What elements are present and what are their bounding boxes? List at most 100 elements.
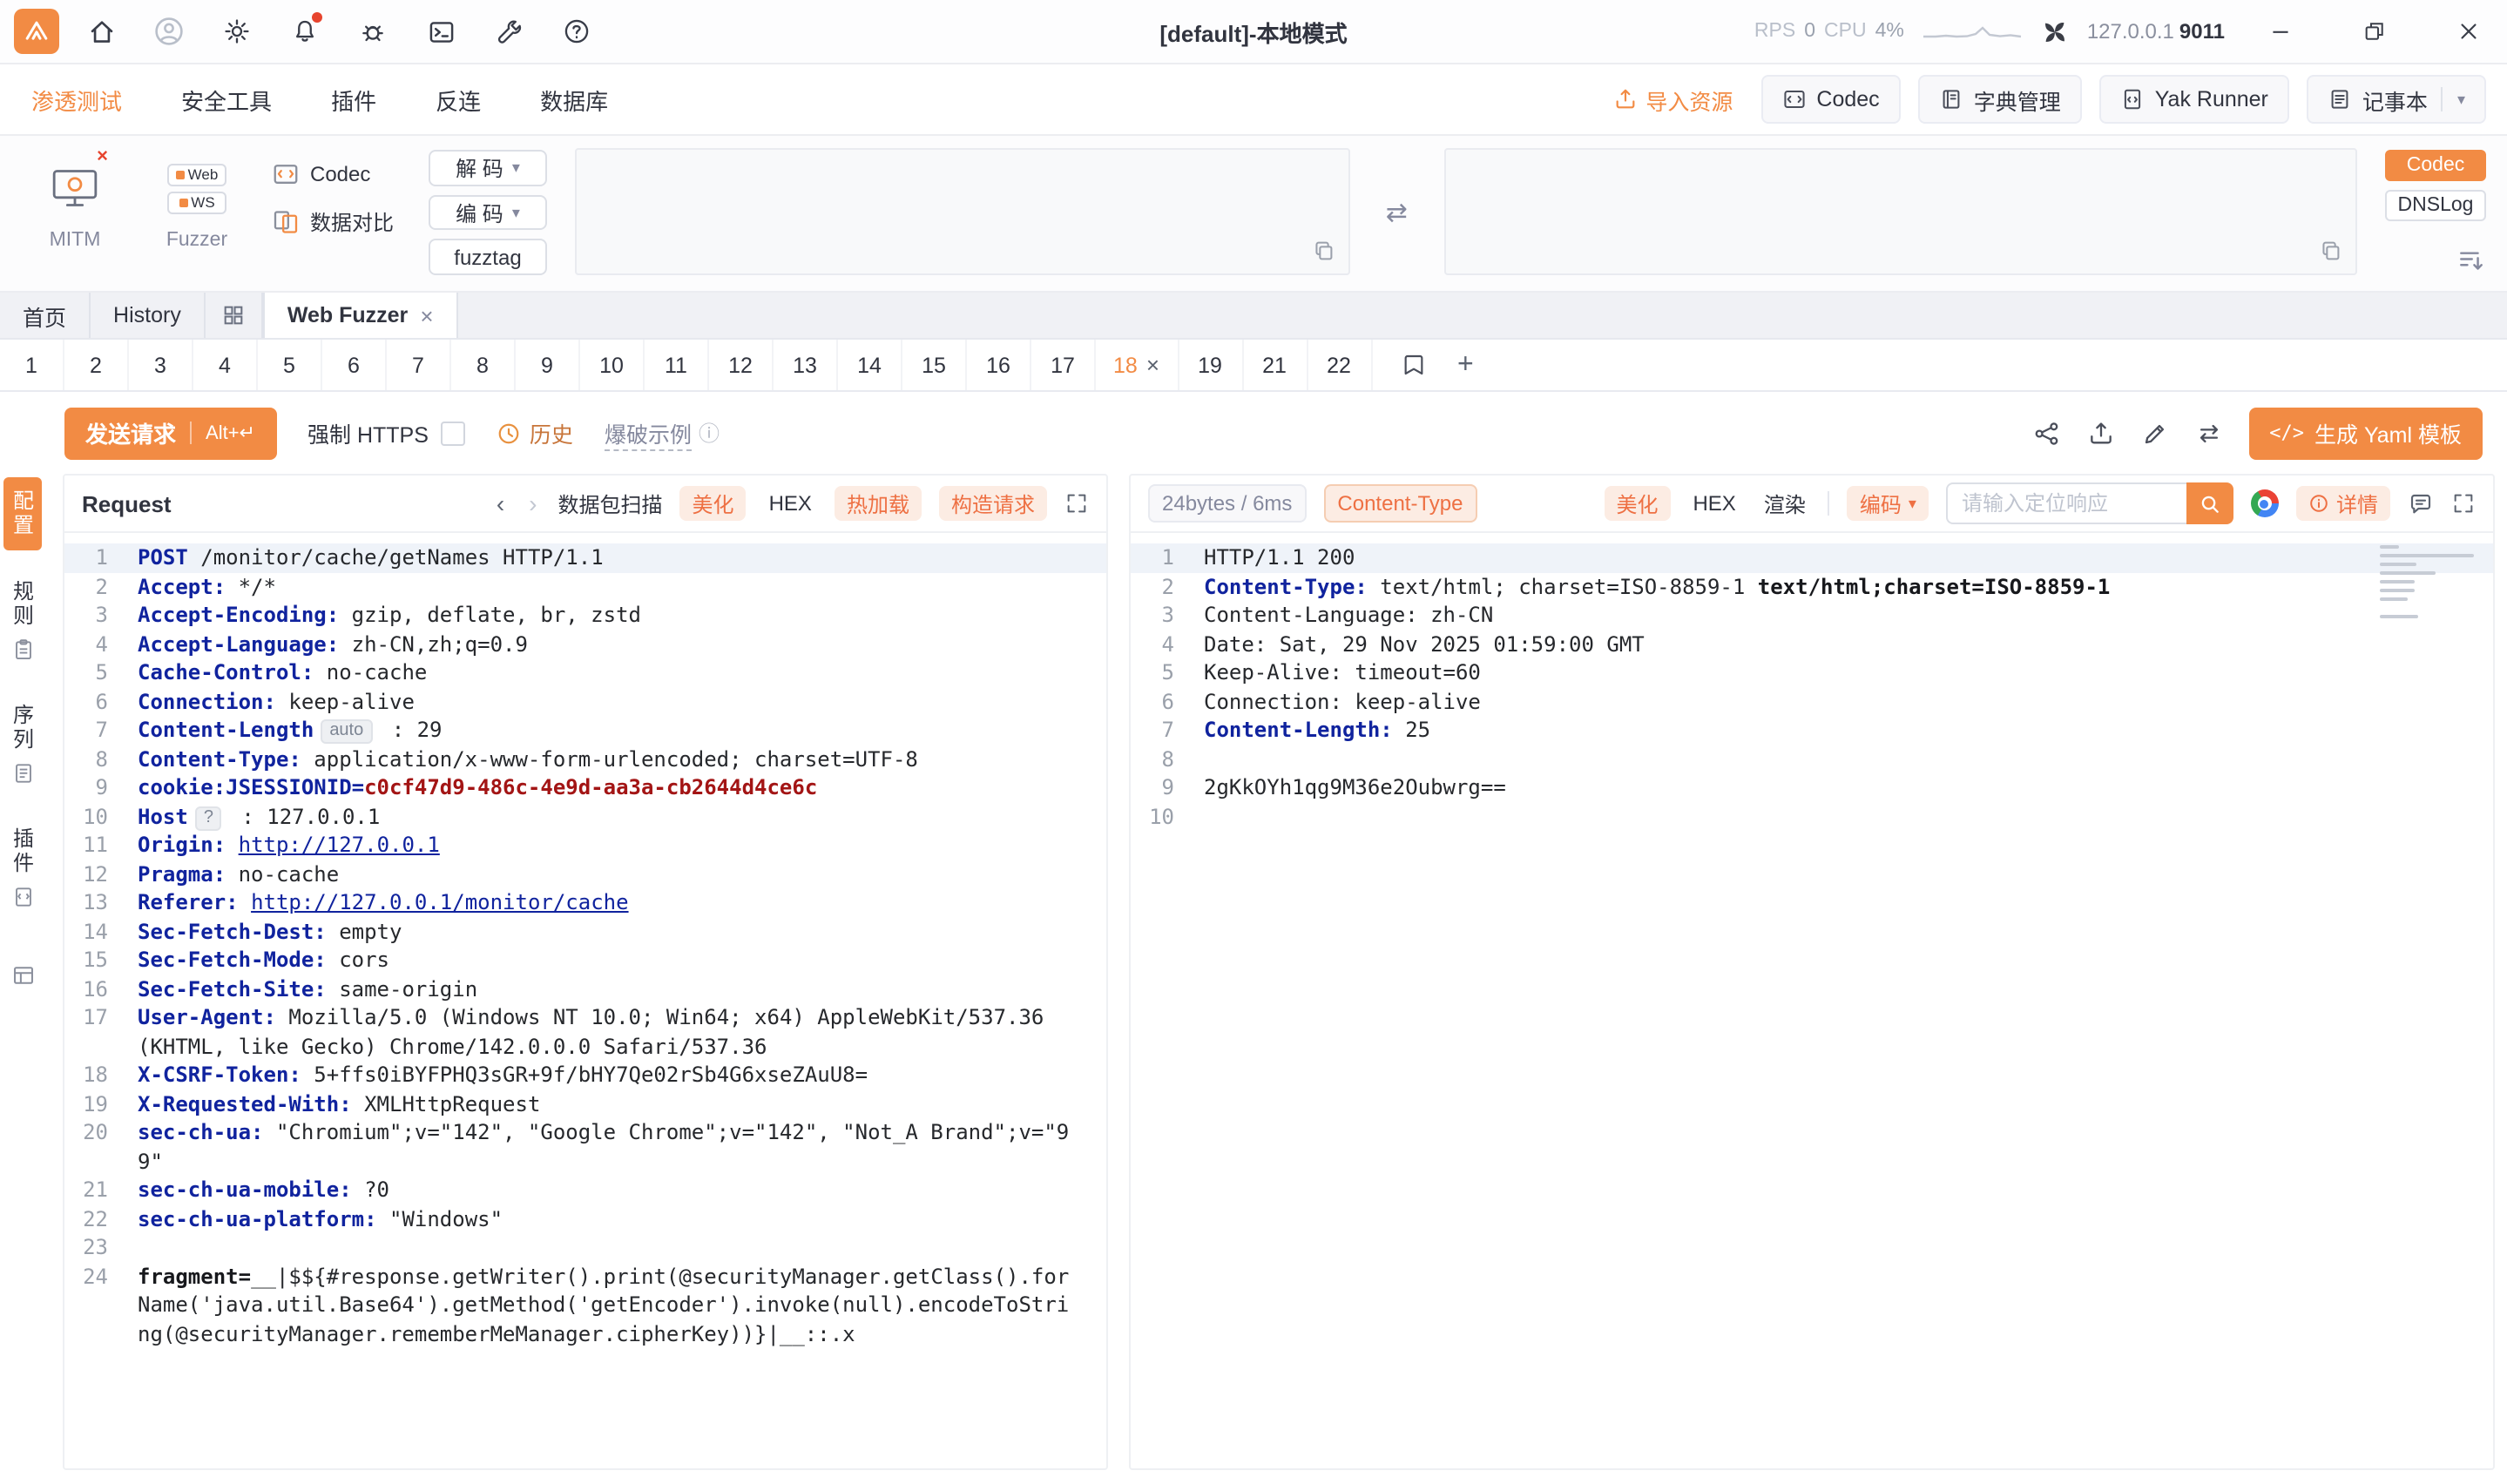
code-line-7[interactable]: 7Content-Lengthauto : 29 xyxy=(64,716,1106,745)
tab-home[interactable]: 首页 xyxy=(0,293,91,338)
code-line-10[interactable]: 10 xyxy=(1131,802,2493,831)
nav-item-database[interactable]: 数据库 xyxy=(540,83,608,116)
codec-run-button[interactable]: Codec xyxy=(2385,150,2486,181)
next-request-icon[interactable]: › xyxy=(525,489,540,517)
fuzzer-sequence-tab-11[interactable]: 11 xyxy=(645,340,709,390)
import-resource-link[interactable]: 导入资源 xyxy=(1612,83,1733,116)
mitm-tool[interactable]: × MITM xyxy=(28,148,122,275)
code-line-18[interactable]: 18X-CSRF-Token: 5+ffs0iBYFPHQ3sGR+9f/bHY… xyxy=(64,1061,1106,1089)
code-line-22[interactable]: 22sec-ch-ua-platform: "Windows" xyxy=(64,1204,1106,1233)
yakit-logo-icon[interactable] xyxy=(14,9,59,54)
fuzzer-sequence-tab-2[interactable]: 2 xyxy=(64,340,129,390)
dnslog-button[interactable]: DNSLog xyxy=(2385,190,2486,221)
force-https-toggle[interactable]: 强制 HTTPS xyxy=(307,416,465,449)
minimize-button[interactable] xyxy=(2242,0,2319,64)
fuzzer-sequence-tab-21[interactable]: 21 xyxy=(1243,340,1308,390)
code-line-9[interactable]: 9cookie:JSESSIONID=c0cf47d9-486c-4e9d-aa… xyxy=(64,773,1106,802)
blast-example-link[interactable]: 爆破示例 ⓘ xyxy=(605,415,720,450)
swap-io-icon[interactable]: ⇄ xyxy=(1377,196,1416,227)
code-line-5[interactable]: 5Cache-Control: no-cache xyxy=(64,658,1106,687)
home-icon[interactable] xyxy=(75,5,127,57)
hotload-toggle[interactable]: 热加载 xyxy=(835,486,922,521)
sort-descending-icon[interactable] xyxy=(2456,246,2486,275)
search-input[interactable] xyxy=(1946,482,2186,524)
code-line-9[interactable]: 92gKkOYh1qg9M36e2Oubwrg== xyxy=(1131,773,2493,802)
side-tab-config[interactable]: 配置 xyxy=(3,477,42,550)
tab-history[interactable]: History xyxy=(91,293,206,338)
tab-web-fuzzer[interactable]: Web Fuzzer × xyxy=(263,293,458,338)
close-button[interactable] xyxy=(2430,0,2507,64)
nav-item-reverse[interactable]: 反连 xyxy=(436,83,481,116)
encode-dropdown[interactable]: 编 码▾ xyxy=(429,194,547,230)
code-line-23[interactable]: 23 xyxy=(64,1233,1106,1262)
response-editor[interactable]: 1HTTP/1.1 2002Content-Type: text/html; c… xyxy=(1131,533,2493,1468)
code-line-21[interactable]: 21sec-ch-ua-mobile: ?0 xyxy=(64,1176,1106,1204)
fuzzer-sequence-tab-19[interactable]: 19 xyxy=(1179,340,1243,390)
search-button[interactable] xyxy=(2186,482,2233,524)
code-line-3[interactable]: 3Content-Language: zh-CN xyxy=(1131,601,2493,630)
codec-output-area[interactable] xyxy=(1443,148,2357,275)
build-request-button[interactable]: 构造请求 xyxy=(939,486,1047,521)
fuzzer-sequence-tab-5[interactable]: 5 xyxy=(258,340,322,390)
code-line-5[interactable]: 5Keep-Alive: timeout=60 xyxy=(1131,658,2493,687)
copy-icon[interactable] xyxy=(1311,239,1335,263)
hex-toggle[interactable]: HEX xyxy=(764,486,817,521)
tab-grid-icon[interactable] xyxy=(206,293,263,338)
send-request-button[interactable]: 发送请求 Alt+↵ xyxy=(64,407,276,459)
code-line-7[interactable]: 7Content-Length: 25 xyxy=(1131,716,2493,745)
copy-icon[interactable] xyxy=(2319,239,2343,263)
code-line-8[interactable]: 8 xyxy=(1131,745,2493,773)
beautify-toggle[interactable]: 美化 xyxy=(1604,486,1670,521)
code-line-19[interactable]: 19X-Requested-With: XMLHttpRequest xyxy=(64,1089,1106,1118)
code-line-6[interactable]: 6Connection: keep-alive xyxy=(1131,687,2493,716)
share-icon[interactable] xyxy=(2032,419,2060,447)
layout-table-icon[interactable] xyxy=(10,963,36,988)
settings-gear-icon[interactable] xyxy=(211,5,263,57)
fuzzer-sequence-tab-12[interactable]: 12 xyxy=(709,340,774,390)
nav-item-plugins[interactable]: 插件 xyxy=(331,83,376,116)
nav-item-pentest[interactable]: 渗透测试 xyxy=(31,83,122,116)
fuzzer-sequence-tab-1[interactable]: 1 xyxy=(0,340,64,390)
content-type-badge[interactable]: Content-Type xyxy=(1323,484,1476,523)
swap-view-icon[interactable] xyxy=(2194,419,2222,447)
fuzzer-sequence-tab-9[interactable]: 9 xyxy=(516,340,580,390)
code-line-1[interactable]: 1HTTP/1.1 200 xyxy=(1131,543,2493,572)
code-line-6[interactable]: 6Connection: keep-alive xyxy=(64,687,1106,716)
fuzzer-sequence-tab-13[interactable]: 13 xyxy=(774,340,838,390)
fuzzer-sequence-tab-22[interactable]: 22 xyxy=(1308,340,1372,390)
export-icon[interactable] xyxy=(2086,419,2114,447)
side-tab-plugins[interactable]: 插件 xyxy=(3,815,42,921)
code-line-17[interactable]: 17User-Agent: Mozilla/5.0 (Windows NT 10… xyxy=(64,1003,1106,1061)
code-line-16[interactable]: 16Sec-Fetch-Site: same-origin xyxy=(64,975,1106,1003)
codec-nav-button[interactable]: Codec xyxy=(1760,75,1900,124)
generate-yaml-button[interactable]: </> 生成 Yaml 模板 xyxy=(2248,407,2483,459)
chevron-down-icon[interactable]: ▾ xyxy=(2457,91,2465,107)
data-compare-tool[interactable]: 数据对比 xyxy=(272,207,401,237)
code-line-11[interactable]: 11Origin: http://127.0.0.1 xyxy=(64,831,1106,860)
side-tab-rules[interactable]: 规则 xyxy=(3,568,42,674)
fuzzer-sequence-tab-15[interactable]: 15 xyxy=(902,340,967,390)
fuzztag-button[interactable]: fuzztag xyxy=(429,239,547,275)
code-line-8[interactable]: 8Content-Type: application/x-www-form-ur… xyxy=(64,745,1106,773)
debug-bug-icon[interactable] xyxy=(347,5,399,57)
fuzzer-sequence-tab-17[interactable]: 17 xyxy=(1031,340,1096,390)
expand-icon[interactable] xyxy=(2451,491,2476,516)
fuzzer-sequence-tab-8[interactable]: 8 xyxy=(451,340,516,390)
beautify-toggle[interactable]: 美化 xyxy=(680,486,747,521)
code-line-15[interactable]: 15Sec-Fetch-Mode: cors xyxy=(64,946,1106,975)
prev-request-icon[interactable]: ‹ xyxy=(493,489,508,517)
code-line-4[interactable]: 4Accept-Language: zh-CN,zh;q=0.9 xyxy=(64,630,1106,658)
decode-dropdown[interactable]: 解 码▾ xyxy=(429,150,547,186)
fuzzer-sequence-tab-3[interactable]: 3 xyxy=(129,340,193,390)
code-line-2[interactable]: 2Content-Type: text/html; charset=ISO-88… xyxy=(1131,572,2493,601)
code-line-24[interactable]: 24fragment=__|$${#response.getWriter().p… xyxy=(64,1262,1106,1348)
fuzzer-sequence-tab-16[interactable]: 16 xyxy=(967,340,1031,390)
tools-wrench-icon[interactable] xyxy=(483,5,535,57)
dictionary-manager-button[interactable]: 字典管理 xyxy=(1918,75,2082,124)
code-line-13[interactable]: 13Referer: http://127.0.0.1/monitor/cach… xyxy=(64,888,1106,917)
codec-tool[interactable]: Codec xyxy=(272,162,401,186)
code-line-14[interactable]: 14Sec-Fetch-Dest: empty xyxy=(64,917,1106,946)
fuzzer-sequence-tab-14[interactable]: 14 xyxy=(838,340,902,390)
fuzzer-sequence-tab-18[interactable]: 18× xyxy=(1096,340,1179,390)
restore-button[interactable] xyxy=(2336,0,2413,64)
